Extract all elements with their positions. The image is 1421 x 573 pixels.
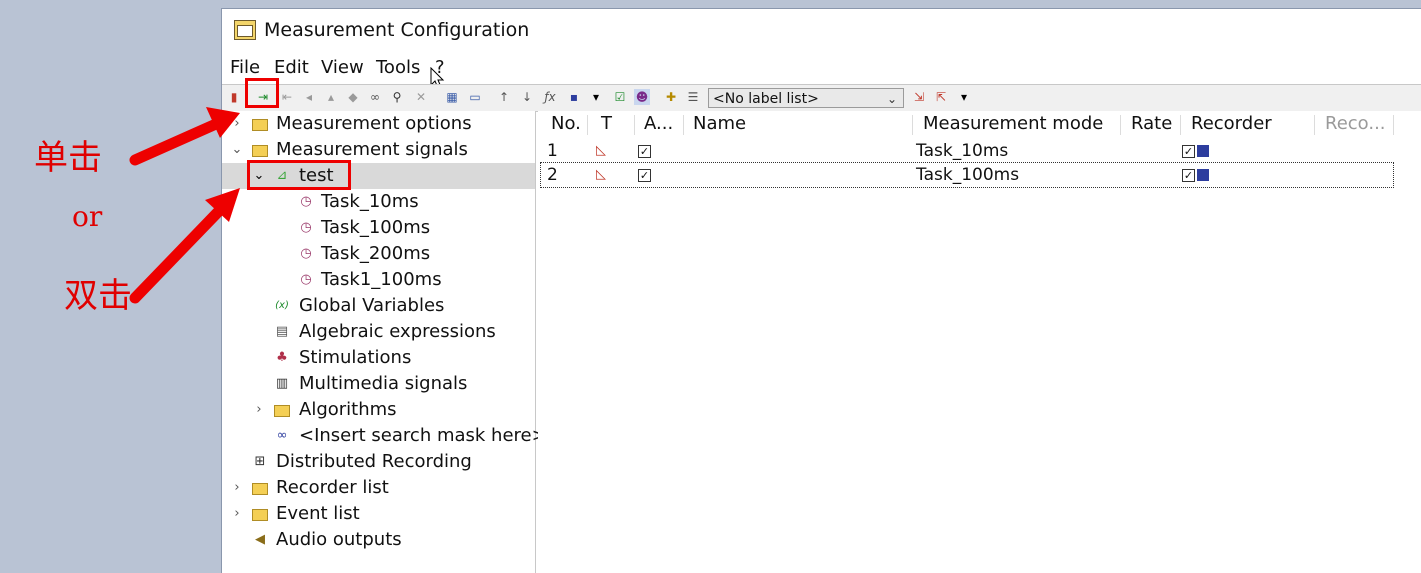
arrow-to-add-button	[129, 107, 240, 166]
arrow-to-test-node	[129, 188, 240, 304]
annotation-arrows	[129, 107, 240, 304]
